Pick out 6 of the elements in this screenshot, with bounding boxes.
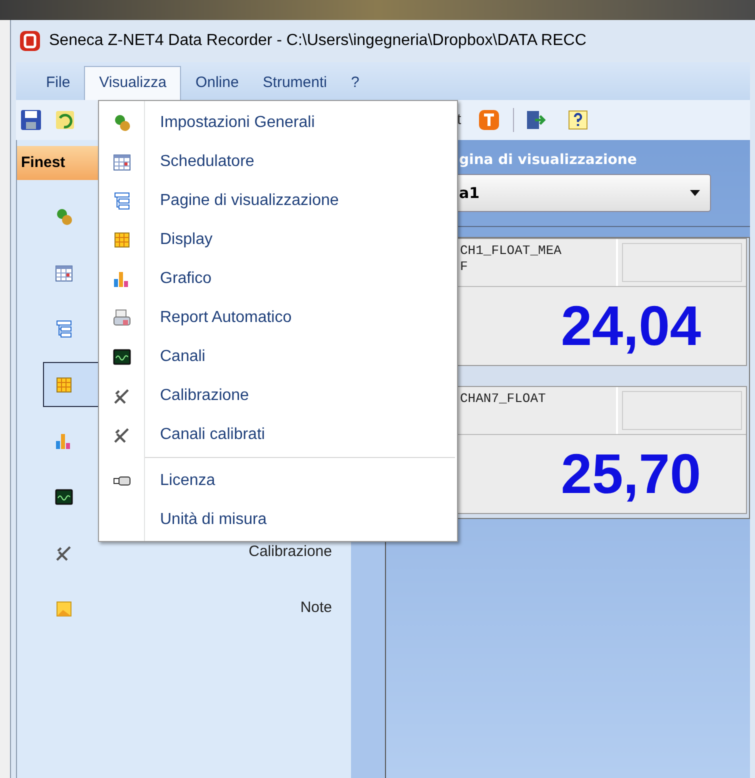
display-value: 24,04 [560,298,701,354]
window-title: Seneca Z-NET4 Data Recorder - C:\Users\ingegneria\Dropbox\DATA RECC [49,31,586,51]
section-title: gina di visualizzazione [458,151,638,170]
panel-title: Finest [21,152,66,173]
toolbar-label: t [457,110,462,130]
display-value: 25,70 [560,446,701,502]
